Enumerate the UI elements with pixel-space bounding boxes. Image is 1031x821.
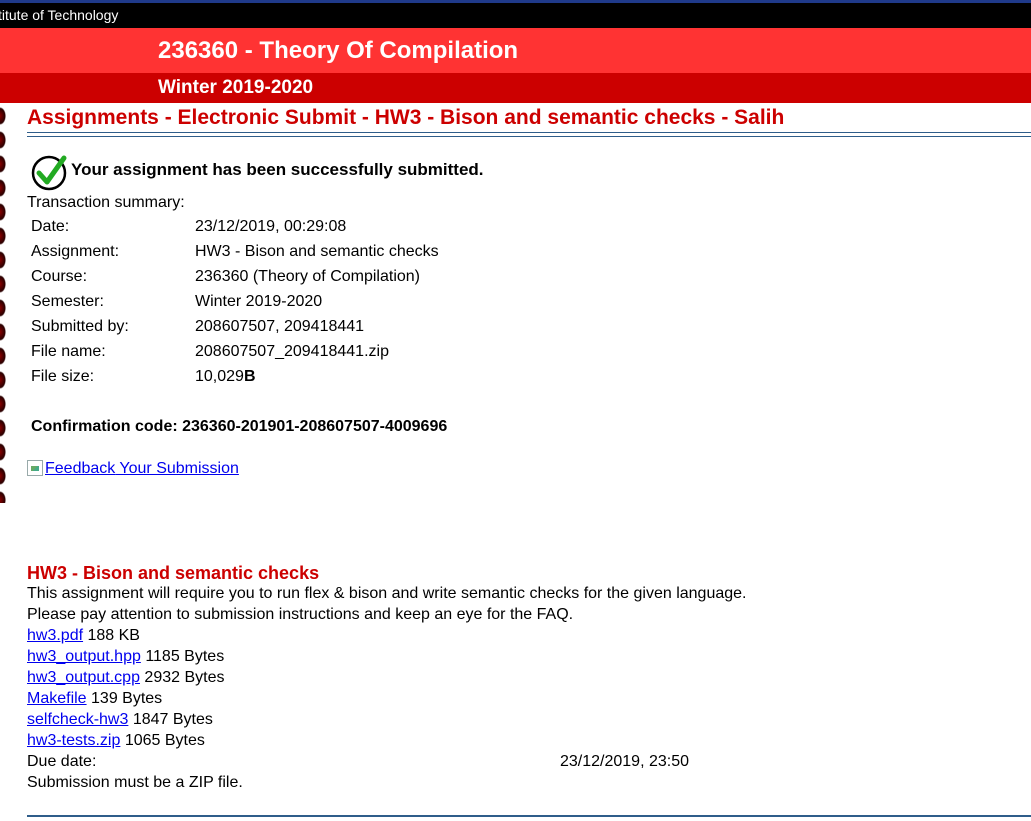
assignment-description-line: Please pay attention to submission instr… — [27, 606, 574, 623]
file-item: hw3-tests.zip 1065 Bytes — [27, 732, 205, 750]
summary-key: Date: — [31, 218, 70, 235]
file-size: 188 KB — [83, 627, 140, 644]
transaction-summary-label: Transaction summary: — [27, 194, 185, 211]
file-link-hw3-output-hpp[interactable]: hw3_output.hpp — [27, 648, 141, 665]
file-size: 2932 Bytes — [139, 669, 225, 686]
summary-key: Semester: — [31, 293, 104, 310]
summary-value: HW3 - Bison and semantic checks — [195, 243, 439, 260]
file-item: hw3_output.cpp 2932 Bytes — [27, 669, 224, 687]
due-date-value: 23/12/2019, 23:50 — [560, 753, 690, 770]
summary-value: 208607507, 209418441 — [195, 318, 365, 335]
summary-value: 208607507_209418441.zip — [195, 343, 389, 360]
summary-value: 10,029B — [195, 368, 256, 386]
due-date-label: Due date: — [27, 753, 97, 770]
institute-name: stitute of Technology — [0, 7, 119, 23]
feedback-link[interactable]: Feedback Your Submission — [27, 460, 239, 477]
file-item: Makefile 139 Bytes — [27, 690, 162, 708]
notebook-binding-decoration — [0, 103, 6, 503]
checkmark-circle-icon — [31, 155, 67, 191]
heading-divider — [27, 132, 1031, 137]
file-link-hw3-pdf[interactable]: hw3.pdf — [27, 627, 83, 644]
file-item: hw3_output.hpp 1185 Bytes — [27, 648, 224, 666]
page-title: Assignments - Electronic Submit - HW3 - … — [27, 106, 785, 129]
file-link-hw3-tests-zip[interactable]: hw3-tests.zip — [27, 732, 120, 749]
file-size-unit: B — [243, 368, 256, 385]
feedback-link-label: Your Submission — [115, 460, 239, 477]
course-title: 236360 - Theory Of Compilation — [158, 37, 519, 64]
confirmation-code: Confirmation code: 236360-201901-2086075… — [31, 418, 448, 435]
assignment-title: HW3 - Bison and semantic checks — [27, 563, 320, 583]
summary-key: Assignment: — [31, 243, 120, 260]
semester-title: Winter 2019-2020 — [158, 77, 314, 98]
summary-key: Course: — [31, 268, 88, 285]
feedback-image-alt: Feedback — [45, 460, 116, 477]
submission-format-note: Submission must be a ZIP file. — [27, 774, 243, 791]
file-item: hw3.pdf 188 KB — [27, 627, 140, 645]
summary-key: File name: — [31, 343, 106, 360]
success-message: Your assignment has been successfully su… — [71, 160, 484, 179]
file-size: 1185 Bytes — [140, 648, 225, 665]
file-size: 1847 Bytes — [128, 711, 213, 728]
summary-value: 23/12/2019, 00:29:08 — [195, 218, 347, 235]
file-link-selfcheck-hw3[interactable]: selfcheck-hw3 — [27, 711, 128, 728]
feedback-area: Feedback Your Submission — [27, 460, 239, 478]
summary-key: File size: — [31, 368, 95, 385]
assignment-description-line: This assignment will require you to run … — [27, 585, 747, 602]
summary-value: Winter 2019-2020 — [195, 293, 323, 310]
summary-value: 236360 (Theory of Compilation) — [195, 268, 421, 285]
file-item: selfcheck-hw3 1847 Bytes — [27, 711, 213, 729]
file-size: 139 Bytes — [86, 690, 163, 707]
semester-banner: Winter 2019-2020 — [0, 73, 1031, 103]
broken-image-icon — [27, 460, 43, 476]
file-link-makefile[interactable]: Makefile — [27, 690, 87, 707]
file-size-number: 10,029 — [195, 368, 244, 385]
file-link-hw3-output-cpp[interactable]: hw3_output.cpp — [27, 669, 140, 686]
summary-key: Submitted by: — [31, 318, 129, 335]
file-size: 1065 Bytes — [120, 732, 205, 749]
bottom-divider — [27, 815, 1031, 817]
course-banner: 236360 - Theory Of Compilation — [0, 28, 1031, 73]
institute-bar: stitute of Technology — [0, 3, 1031, 28]
